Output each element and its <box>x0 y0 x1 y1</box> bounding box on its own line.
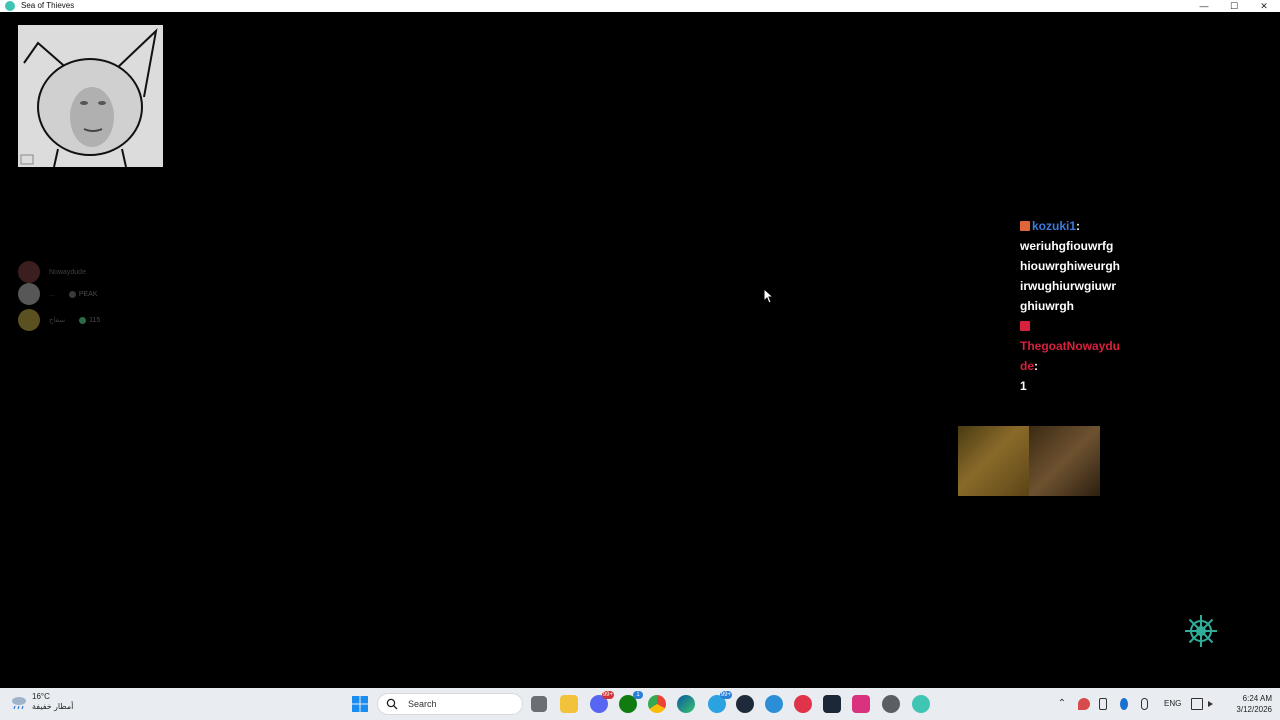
chat-message-text: hiouwrghiweurgh <box>1020 259 1120 273</box>
system-clock[interactable]: 6:24 AM 3/12/2026 <box>1226 693 1272 715</box>
voice-member-game: 115 <box>79 316 101 324</box>
windows-start-icon[interactable] <box>351 695 369 713</box>
ship-wheel-icon <box>1185 615 1217 647</box>
notification-badge: 99+ <box>601 691 614 699</box>
telegram-icon[interactable]: 99+ <box>708 691 732 713</box>
voice-member-game: PEAK <box>68 290 98 298</box>
sea-of-thieves-app-icon <box>5 1 15 11</box>
chat-message-header: kozuki1: <box>1020 216 1140 236</box>
weather-description: أمطار خفيفة <box>32 702 74 711</box>
chat-message-text: 1 <box>1020 379 1027 393</box>
app-arrow-icon[interactable] <box>736 695 754 713</box>
language-indicator[interactable]: ENG <box>1164 699 1181 708</box>
chevron-up-icon[interactable]: ⌃ <box>1056 698 1068 710</box>
app-blue-icon[interactable] <box>765 695 783 713</box>
file-explorer-icon[interactable] <box>560 695 578 713</box>
steam-icon[interactable] <box>823 695 841 713</box>
chat-overlay: kozuki1: weriuhgfiouwrfg hiouwrghiweurgh… <box>1020 216 1140 396</box>
discord-icon[interactable]: 99+ <box>590 691 614 713</box>
bluetooth-icon[interactable] <box>1120 698 1128 710</box>
minimize-button[interactable]: — <box>1189 0 1219 12</box>
avatar <box>18 283 40 305</box>
thumbnail-image <box>1029 426 1100 496</box>
game-viewport[interactable]: Nowaydude ... PEAK سفاح 115 kozuki1: wer… <box>0 12 1280 688</box>
battery-icon[interactable] <box>1099 698 1107 710</box>
xbox-icon[interactable]: 1 <box>619 691 643 713</box>
window-title-bar: Sea of Thieves — ☐ ✕ <box>0 0 1280 12</box>
network-icon[interactable] <box>1191 698 1203 710</box>
voice-member: ... PEAK <box>18 283 98 305</box>
sea-of-thieves-taskbar-icon[interactable] <box>912 695 930 713</box>
webcam-cat-drawing <box>18 25 163 167</box>
chat-message-text: weriuhgfiouwrfg <box>1020 239 1114 253</box>
taskbar: 16°C أمطار خفيفة Search 99+ 1 99+ ⌃ ENG … <box>0 688 1280 720</box>
chat-message-header <box>1020 316 1140 336</box>
clock-date: 3/12/2026 <box>1236 705 1272 714</box>
notification-badge: 99+ <box>719 691 732 699</box>
chat-username: kozuki1 <box>1032 219 1077 233</box>
user-badge-icon <box>1020 221 1030 231</box>
game-icon <box>68 290 76 298</box>
voice-member-name: ... <box>49 290 55 298</box>
chat-message-text: ghiuwrgh <box>1020 299 1074 313</box>
notification-badge: 1 <box>633 691 643 699</box>
chat-username: ThegoatNowaydu <box>1020 339 1121 353</box>
microphone-icon[interactable] <box>1141 698 1148 710</box>
maximize-button[interactable]: ☐ <box>1219 0 1249 12</box>
game-label: 115 <box>89 316 101 324</box>
weather-widget[interactable]: 16°C أمطار خفيفة <box>10 692 73 712</box>
app-red-icon[interactable] <box>794 695 812 713</box>
chat-colon: : <box>1076 219 1081 233</box>
chat-username-part: de <box>1020 359 1035 373</box>
voice-member-name: سفاح <box>49 317 66 324</box>
rain-cloud-icon <box>12 697 26 710</box>
search-label: Search <box>408 699 437 709</box>
game-icon <box>79 316 87 324</box>
stream-thumbnails <box>958 426 1100 496</box>
window-title: Sea of Thieves <box>21 1 75 10</box>
user-badge-icon <box>1020 321 1030 331</box>
mouse-cursor-icon <box>764 289 774 304</box>
thumbnail-image <box>958 426 1029 496</box>
taskbar-search[interactable]: Search <box>377 693 523 715</box>
chat-colon: : <box>1034 359 1039 373</box>
chat-message-text: irwughiurwgiuwr <box>1020 279 1116 293</box>
close-button[interactable]: ✕ <box>1249 0 1279 12</box>
chat-username-cont: de: <box>1020 356 1140 376</box>
clock-time: 6:24 AM <box>1242 694 1272 703</box>
voice-member: سفاح 115 <box>18 309 100 331</box>
speaker-icon[interactable] <box>1208 701 1213 707</box>
obs-icon[interactable] <box>882 695 900 713</box>
voice-member-name: Nowaydude <box>49 268 86 276</box>
avatar <box>18 309 40 331</box>
weather-temperature: 16°C <box>32 692 50 701</box>
chrome-icon[interactable] <box>648 695 666 713</box>
weather-text: 16°C أمطار خفيفة <box>32 692 73 712</box>
app-pink-icon[interactable] <box>852 695 870 713</box>
search-icon <box>386 698 398 710</box>
edge-icon[interactable] <box>677 695 695 713</box>
avatar <box>18 261 40 283</box>
webcam-overlay <box>18 25 163 167</box>
task-view-icon[interactable] <box>531 696 547 712</box>
voice-member: Nowaydude <box>18 261 86 283</box>
location-icon[interactable] <box>1078 698 1090 710</box>
game-label: PEAK <box>78 290 98 298</box>
